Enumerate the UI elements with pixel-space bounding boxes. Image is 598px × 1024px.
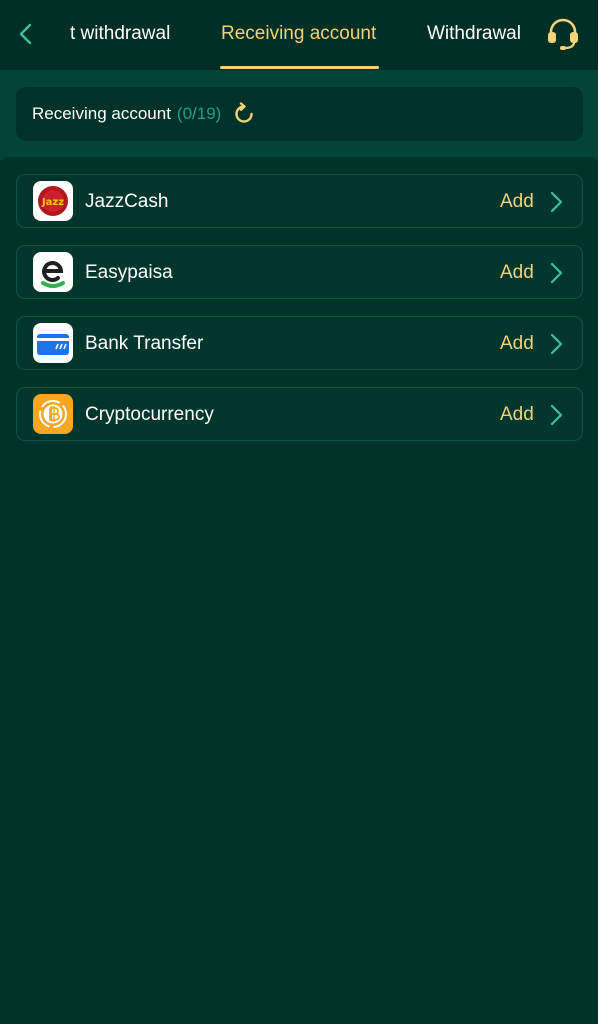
headset-icon — [548, 18, 578, 50]
chevron-right-icon — [550, 262, 563, 284]
method-row-cryptocurrency[interactable]: Cryptocurrency Add — [16, 387, 583, 441]
summary-label: Receiving account — [32, 104, 171, 123]
easypaisa-logo-icon — [33, 252, 73, 292]
bank-card-icon — [33, 323, 73, 363]
add-button[interactable]: Add — [500, 262, 534, 284]
method-name: JazzCash — [85, 191, 169, 212]
receiving-account-summary: Receiving account (0/19) — [16, 87, 583, 141]
add-button[interactable]: Add — [500, 333, 534, 355]
method-name: Cryptocurrency — [85, 404, 214, 425]
chevron-right-icon — [550, 333, 563, 355]
top-nav-bar: t withdrawal Receiving account Withdrawa… — [0, 0, 598, 70]
add-button[interactable]: Add — [500, 404, 534, 426]
jazzcash-logo-text: Jazz — [41, 197, 64, 208]
refresh-icon — [235, 102, 254, 123]
tab-withdrawal[interactable]: Withdrawal — [427, 22, 521, 46]
account-count: (0/19) — [176, 104, 222, 123]
method-row-jazzcash[interactable]: Jazz JazzCash Add — [16, 174, 583, 228]
active-tab-indicator — [220, 66, 379, 69]
add-button[interactable]: Add — [500, 191, 534, 213]
tab-receiving-account[interactable]: Receiving account — [221, 22, 376, 46]
method-row-easypaisa[interactable]: Easypaisa Add — [16, 245, 583, 299]
tab-withdrawal-records[interactable]: t withdrawal — [70, 22, 170, 46]
method-name: Easypaisa — [85, 262, 173, 283]
bitcoin-icon — [33, 394, 73, 434]
chevron-right-icon — [550, 404, 563, 426]
tab-bar: t withdrawal Receiving account Withdrawa… — [0, 0, 598, 70]
jazzcash-logo-icon: Jazz — [33, 181, 73, 221]
chevron-right-icon — [550, 191, 563, 213]
refresh-button[interactable] — [231, 101, 257, 127]
customer-support-button[interactable] — [544, 16, 582, 52]
method-name: Bank Transfer — [85, 333, 204, 354]
method-row-bank-transfer[interactable]: Bank Transfer Add — [16, 316, 583, 370]
